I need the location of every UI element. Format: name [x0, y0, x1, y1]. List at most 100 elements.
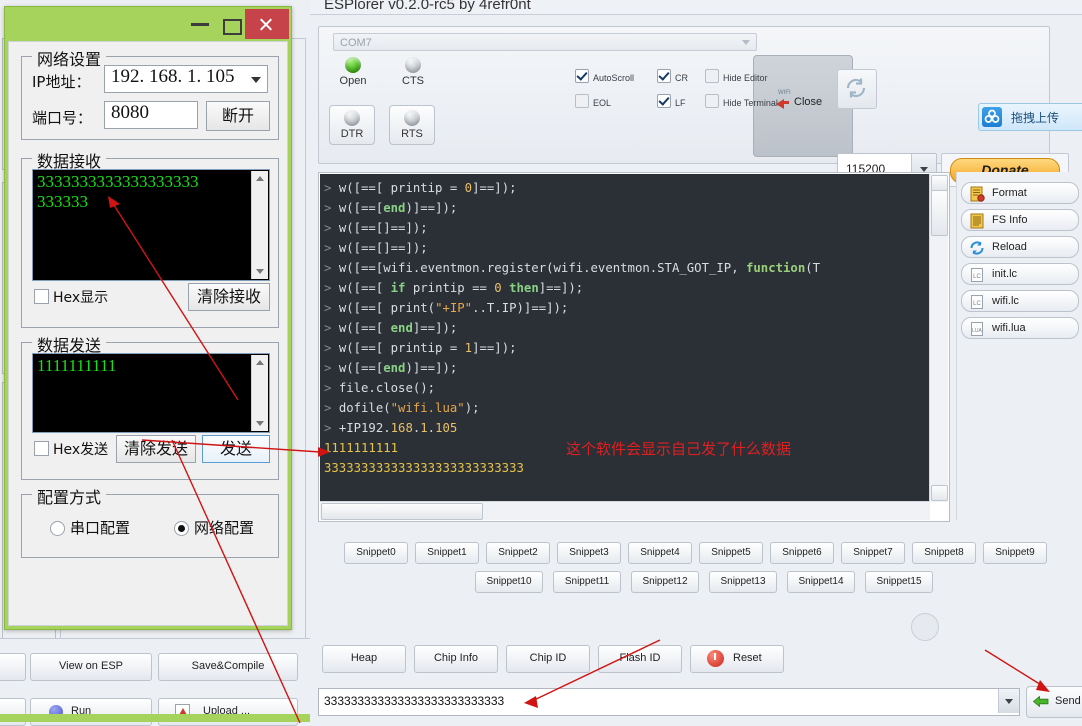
snippet-button-14[interactable]: Snippet14 [787, 571, 855, 593]
snippet-button-3[interactable]: Snippet3 [557, 542, 621, 564]
save-and-compile-button[interactable]: Save&Compile [158, 653, 298, 681]
snippet-button-10[interactable]: Snippet10 [475, 571, 543, 593]
close-button[interactable] [245, 9, 289, 39]
snippet-button-0[interactable]: Snippet0 [344, 542, 408, 564]
send-content: 1111111111 [37, 356, 117, 375]
terminal-line: > w([==[wifi.eventmon.register(wifi.even… [324, 258, 929, 278]
serial-config-radio[interactable] [50, 521, 65, 536]
terminal-scroll-down-button[interactable] [931, 485, 948, 501]
terminal-prompt: > [324, 221, 339, 235]
clear-receive-button[interactable]: 清除接收 [188, 283, 270, 311]
network-config-radio[interactable] [174, 521, 189, 536]
bottom-button-heap[interactable]: Heap [322, 645, 406, 673]
rts-button[interactable]: RTS [389, 105, 435, 145]
terminal-vscroll-thumb[interactable] [931, 190, 948, 236]
connection-panel: COM7 Open CTS DTR RTS WIFI Close AutoScr… [318, 26, 1069, 187]
svg-text:LUA: LUA [972, 328, 982, 334]
snippet-button-8[interactable]: Snippet8 [912, 542, 976, 564]
terminal-token: "+IP" [435, 301, 473, 315]
terminal-line: > w([==[end)]==]); [324, 358, 929, 378]
terminal-token: w([==[ print( [338, 301, 436, 315]
terminal-token: file.close(); [338, 381, 436, 395]
snippet-button-1[interactable]: Snippet1 [415, 542, 479, 564]
terminal-panel: > w([==[ printip = 0]==]); > w([==[end)]=… [318, 172, 950, 641]
snippet-button-13[interactable]: Snippet13 [709, 571, 777, 593]
file-button-init-lc[interactable]: LC init.lc [961, 263, 1079, 285]
bottom-button-flash-id[interactable]: Flash ID [598, 645, 682, 673]
hide-terminal-check-icon [705, 94, 719, 108]
disconnect-button[interactable]: 断开 [206, 101, 270, 131]
snippet-button-15[interactable]: Snippet15 [865, 571, 933, 593]
command-history-chevron-icon[interactable] [998, 689, 1019, 713]
snippet-button-12[interactable]: Snippet12 [631, 571, 699, 593]
hide-editor-checkbox[interactable]: Hide Editor [705, 69, 768, 83]
snippet-button-5[interactable]: Snippet5 [699, 542, 763, 564]
hex-send-checkbox[interactable] [34, 441, 49, 456]
port-number-input[interactable]: 8080 [104, 101, 198, 129]
hex-display-checkbox[interactable] [34, 289, 49, 304]
clear-send-button[interactable]: 清除发送 [116, 435, 196, 463]
reset-button[interactable]: Reset [690, 645, 784, 673]
terminal-hscrollbar[interactable] [320, 501, 930, 520]
snippet-button-2[interactable]: Snippet2 [486, 542, 550, 564]
send-data-button[interactable]: 发送 [202, 435, 270, 463]
chevron-down-icon [742, 40, 750, 45]
terminal-scroll-up-button[interactable] [931, 175, 948, 191]
hide-terminal-checkbox[interactable]: Hide Terminal [705, 94, 778, 108]
send-command-button[interactable]: Send [1026, 686, 1082, 718]
receive-scroll-down-icon[interactable] [256, 269, 264, 274]
terminal-vscrollbar[interactable] [929, 174, 948, 502]
file-panel: Format FS Info Reload LC init.lc LC wifi.lc LUA… [956, 172, 1082, 520]
terminal-hscroll-thumb[interactable] [321, 503, 483, 520]
autoscroll-checkbox[interactable]: AutoScroll [575, 69, 634, 83]
taskbar-strip [0, 714, 310, 722]
send-scroll-up-icon[interactable] [256, 360, 264, 365]
terminal-token: "wifi.lua" [390, 401, 465, 415]
open-indicator[interactable]: Open [329, 57, 377, 87]
ip-address-input[interactable]: 192. 168. 1. 105 [104, 65, 268, 93]
cr-checkbox[interactable]: CR [657, 69, 688, 83]
ip-address-label: IP地址： [32, 73, 91, 91]
terminal-prompt: > [324, 261, 339, 275]
drag-upload-widget[interactable]: 拖拽上传 [978, 103, 1082, 131]
command-send-field[interactable]: 333333333333333333333333333 [318, 688, 1020, 716]
maximize-button[interactable] [223, 19, 242, 35]
file-button-fs-info[interactable]: FS Info [961, 209, 1079, 231]
editor-btn-left-partial-1[interactable] [0, 653, 26, 681]
file-button-format[interactable]: Format [961, 182, 1079, 204]
send-textarea[interactable]: 1111111111 [32, 353, 270, 433]
annotation-text: 这个软件会显示自己发了什么数据 [566, 440, 792, 458]
snippet-button-6[interactable]: Snippet6 [770, 542, 834, 564]
snippet-button-9[interactable]: Snippet9 [983, 542, 1047, 564]
lf-checkbox[interactable]: LF [657, 94, 686, 108]
snippet-button-11[interactable]: Snippet11 [553, 571, 621, 593]
file-button-wifi-lua[interactable]: LUA wifi.lua [961, 317, 1079, 339]
receive-scroll-up-icon[interactable] [256, 176, 264, 181]
com-port-select[interactable]: COM7 [333, 33, 757, 51]
cts-indicator: CTS [389, 57, 437, 87]
refresh-ports-button[interactable] [837, 69, 877, 109]
send-scrollbar[interactable] [251, 355, 268, 431]
receive-scrollbar[interactable] [251, 171, 268, 279]
eol-checkbox[interactable]: EOL [575, 94, 611, 108]
terminal-line: > file.close(); [324, 378, 929, 398]
terminal-token: function [746, 261, 806, 275]
file-button-reload[interactable]: Reload [961, 236, 1079, 258]
dtr-button[interactable]: DTR [329, 105, 375, 145]
view-on-esp-button[interactable]: View on ESP [30, 653, 152, 681]
open-label: Open [339, 75, 367, 87]
bottom-button-chip-id[interactable]: Chip ID [506, 645, 590, 673]
minimize-button[interactable] [191, 23, 209, 26]
file-button-wifi-lc[interactable]: LC wifi.lc [961, 290, 1079, 312]
snippet-button-4[interactable]: Snippet4 [628, 542, 692, 564]
bottom-button-chip-info[interactable]: Chip Info [414, 645, 498, 673]
terminal-token: w([==[ [338, 281, 391, 295]
send-scroll-down-icon[interactable] [256, 421, 264, 426]
receive-textarea[interactable]: 3333333333333333333 333333 [32, 169, 270, 281]
ip-dropdown-chevron-icon[interactable] [251, 77, 261, 83]
reload-icon [969, 240, 985, 256]
snippet-button-7[interactable]: Snippet7 [841, 542, 905, 564]
config-mode-title: 配置方式 [32, 484, 107, 508]
send-command-label: Send [1055, 695, 1081, 707]
